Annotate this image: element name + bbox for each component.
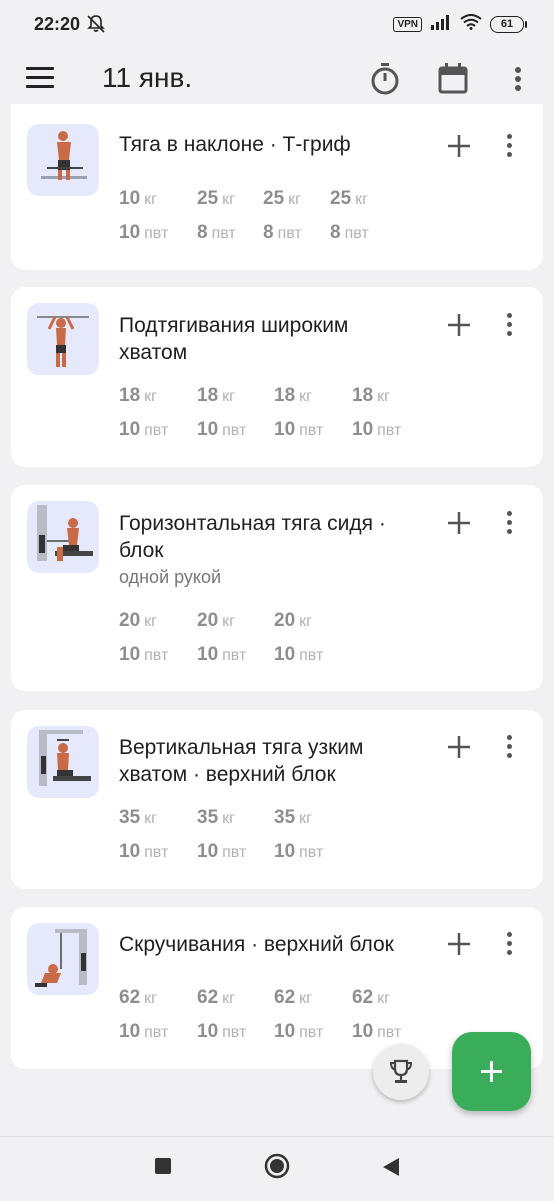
set-item[interactable]: 18 кг 10 пвт — [197, 385, 269, 441]
status-time: 22:20 — [34, 14, 81, 34]
exercise-thumbnail — [27, 303, 99, 375]
page-title: 11 янв. — [102, 62, 193, 93]
set-item[interactable]: 20 кг 10 пвт — [119, 610, 191, 666]
set-item[interactable]: 18 кг 10 пвт — [352, 385, 424, 441]
exercise-title: Вертикальная тяга узким хватом · верхний… — [119, 736, 364, 786]
set-item[interactable]: 25 кг 8 пвт — [263, 188, 335, 244]
signal-icon — [430, 14, 452, 35]
back-triangle-icon[interactable] — [382, 1157, 400, 1182]
trophy-icon — [389, 1059, 413, 1090]
menu-icon[interactable] — [26, 67, 54, 91]
exercise-card[interactable]: Подтягивания широким хватом 18 кг 10 пвт 18… — [11, 287, 543, 467]
set-item[interactable]: 62 кг 10 пвт — [352, 987, 424, 1043]
more-vert-icon[interactable] — [508, 62, 528, 96]
system-nav-bar — [0, 1136, 554, 1201]
set-item[interactable]: 18 кг 10 пвт — [119, 385, 191, 441]
exercise-title: Подтягивания широким хватом — [119, 314, 349, 364]
set-item[interactable]: 18 кг 10 пвт — [274, 385, 346, 441]
set-item[interactable]: 35 кг 10 пвт — [119, 807, 191, 863]
more-vert-icon[interactable] — [499, 511, 519, 539]
more-vert-icon[interactable] — [499, 735, 519, 763]
recents-square-icon[interactable] — [154, 1157, 172, 1180]
records-button[interactable] — [373, 1044, 429, 1100]
set-item[interactable]: 20 кг 10 пвт — [274, 610, 346, 666]
battery-icon: 61 — [490, 16, 527, 33]
stopwatch-icon[interactable] — [369, 62, 401, 96]
exercise-card[interactable]: Вертикальная тяга узким хватом · верхний… — [11, 710, 543, 889]
plus-icon — [479, 1059, 504, 1089]
add-exercise-button[interactable] — [452, 1032, 531, 1111]
add-set-icon[interactable] — [445, 930, 473, 958]
set-item[interactable]: 35 кг 10 пвт — [274, 807, 346, 863]
exercise-title: Горизонтальная тяга сидя · блок — [119, 512, 386, 562]
more-vert-icon[interactable] — [499, 932, 519, 960]
bell-off-icon — [86, 14, 106, 39]
exercise-thumbnail — [27, 726, 99, 798]
set-item[interactable]: 20 кг 10 пвт — [197, 610, 269, 666]
exercise-card[interactable]: Тяга в наклоне · Т-гриф 10 кг 10 пвт 25 кг 8 п… — [11, 104, 543, 270]
exercise-thumbnail — [27, 923, 99, 995]
set-item[interactable]: 62 кг 10 пвт — [274, 987, 346, 1043]
set-item[interactable]: 62 кг 10 пвт — [119, 987, 191, 1043]
exercise-title: Скручивания · верхний блок — [119, 933, 394, 956]
set-item[interactable]: 62 кг 10 пвт — [197, 987, 269, 1043]
vpn-badge: VPN — [393, 17, 422, 32]
set-item[interactable]: 10 кг 10 пвт — [119, 188, 191, 244]
exercise-thumbnail — [27, 124, 99, 196]
more-vert-icon[interactable] — [499, 313, 519, 341]
add-set-icon[interactable] — [445, 132, 473, 160]
exercise-card[interactable]: Горизонтальная тяга сидя · блок одной ру… — [11, 485, 543, 691]
set-item[interactable]: 25 кг 8 пвт — [197, 188, 269, 244]
add-set-icon[interactable] — [445, 311, 473, 339]
home-circle-icon[interactable] — [264, 1153, 290, 1184]
exercise-subtitle: одной рукой — [119, 567, 222, 587]
set-item[interactable]: 35 кг 10 пвт — [197, 807, 269, 863]
add-set-icon[interactable] — [445, 733, 473, 761]
status-bar: 22:20 VPN 61 — [0, 0, 554, 48]
add-set-icon[interactable] — [445, 509, 473, 537]
set-item[interactable]: 25 кг 8 пвт — [330, 188, 402, 244]
wifi-icon — [460, 14, 482, 35]
exercise-title: Тяга в наклоне · Т-гриф — [119, 133, 351, 156]
exercise-thumbnail — [27, 501, 99, 573]
more-vert-icon[interactable] — [499, 134, 519, 162]
calendar-icon[interactable] — [437, 62, 469, 96]
